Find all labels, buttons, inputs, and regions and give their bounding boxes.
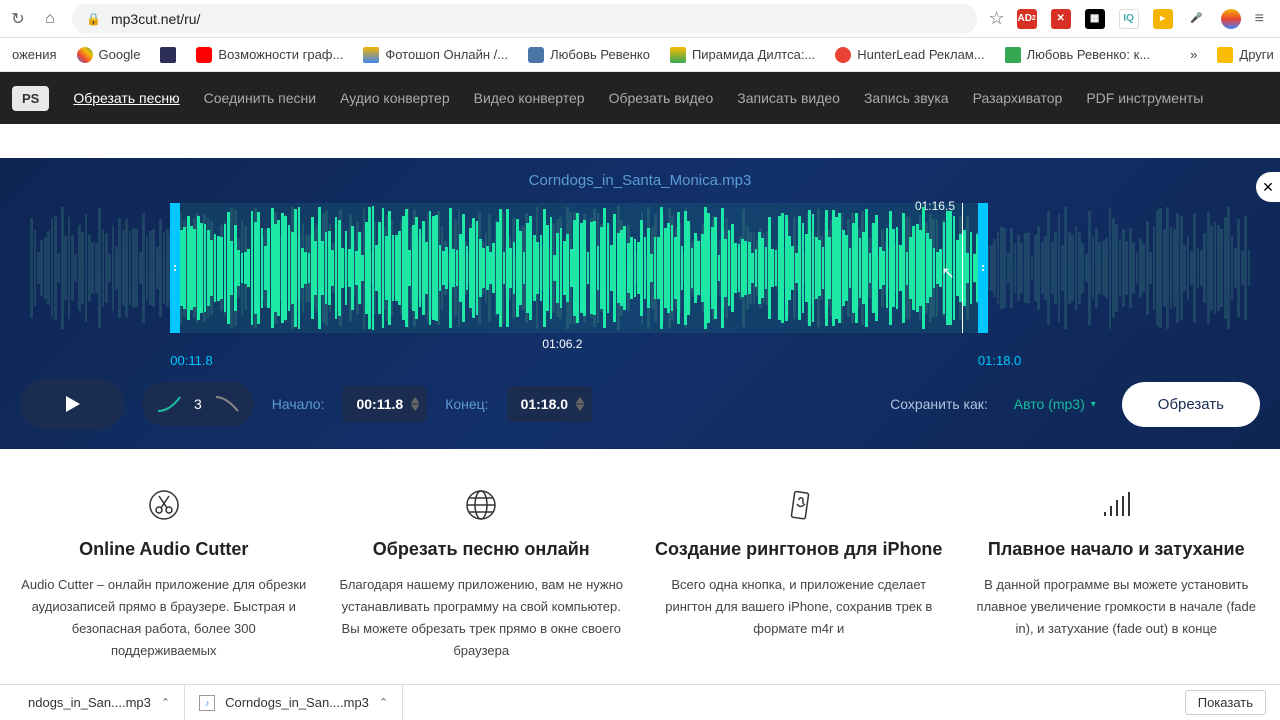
- feature-text: В данной программе вы можете установить …: [973, 574, 1261, 640]
- feature-title: Создание рингтонов для iPhone: [655, 539, 943, 560]
- download-item[interactable]: ndogs_in_San....mp3 ⌃: [14, 685, 185, 720]
- mid-time: 01:06.2: [542, 337, 582, 351]
- phone-icon: [655, 485, 943, 525]
- feature-online: Обрезать песню онлайн Благодаря нашему п…: [338, 485, 626, 662]
- ext-icon[interactable]: ▸: [1153, 9, 1173, 29]
- download-item[interactable]: ♪ Corndogs_in_San....mp3 ⌃: [185, 685, 403, 720]
- controls-row: 3 Начало: 00:11.8 Конец: 01:18.0 Сохрани…: [20, 379, 1260, 429]
- selection-handle-right[interactable]: [978, 203, 988, 333]
- lock-icon: 🔒: [86, 12, 101, 26]
- ext-adblock-icon[interactable]: AD2: [1017, 9, 1037, 29]
- bookmark-prefix: ожения: [12, 47, 57, 62]
- selection-handle-left[interactable]: [170, 203, 180, 333]
- save-as-label: Сохранить как:: [890, 396, 988, 412]
- globe-icon: [338, 485, 626, 525]
- waveform-selection: [176, 203, 981, 333]
- bars-icon: [973, 485, 1261, 525]
- bookmark-photoshop[interactable]: Фотошоп Онлайн /...: [363, 47, 508, 63]
- start-time-label: 00:11.8: [170, 353, 212, 368]
- menu-icon[interactable]: ≡: [1255, 10, 1264, 28]
- nav-pdf-tools[interactable]: PDF инструменты: [1086, 90, 1203, 106]
- close-editor-icon[interactable]: ✕: [1256, 172, 1280, 202]
- feature-title: Обрезать песню онлайн: [338, 539, 626, 560]
- fade-controls: 3: [142, 382, 254, 426]
- downloads-bar: ndogs_in_San....mp3 ⌃ ♪ Corndogs_in_San.…: [0, 684, 1280, 720]
- nav-cut-video[interactable]: Обрезать видео: [609, 90, 714, 106]
- nav-video-converter[interactable]: Видео конвертер: [474, 90, 585, 106]
- nav-audio-converter[interactable]: Аудио конвертер: [340, 90, 450, 106]
- feature-text: Audio Cutter – онлайн приложение для обр…: [20, 574, 308, 662]
- play-button[interactable]: [20, 379, 124, 429]
- profile-icon[interactable]: [1221, 9, 1241, 29]
- apps-badge[interactable]: PS: [12, 86, 49, 111]
- feature-cutter: Online Audio Cutter Audio Cutter – онлай…: [20, 485, 308, 662]
- bookmark-pyramid[interactable]: Пирамида Дилтса:...: [670, 47, 815, 63]
- playhead[interactable]: [962, 203, 963, 333]
- chevron-up-icon[interactable]: ⌃: [379, 696, 388, 709]
- reload-icon[interactable]: ↻: [8, 9, 28, 29]
- feature-fade: Плавное начало и затухание В данной прог…: [973, 485, 1261, 662]
- ext-iq-icon[interactable]: IQ: [1119, 9, 1139, 29]
- audio-file-icon: ♪: [199, 695, 215, 711]
- end-time-label: 01:18.0: [978, 353, 1021, 368]
- bookmark-vk[interactable]: Любовь Ревенко: [528, 47, 650, 63]
- extension-icons: AD2 ✕ ▦ IQ ▸ 🎤 ≡: [1017, 9, 1272, 29]
- url-text: mp3cut.net/ru/: [111, 11, 201, 27]
- waveform[interactable]: ↖ 01:06.2: [30, 203, 1250, 333]
- mic-icon[interactable]: 🎤: [1187, 9, 1207, 29]
- feature-title: Online Audio Cutter: [20, 539, 308, 560]
- feature-text: Всего одна кнопка, и приложение сделает …: [655, 574, 943, 640]
- feature-title: Плавное начало и затухание: [973, 539, 1261, 560]
- ext-icon[interactable]: ▦: [1085, 9, 1105, 29]
- fade-out-button[interactable]: [212, 391, 242, 417]
- nav-record-audio[interactable]: Запись звука: [864, 90, 949, 106]
- nav-unarchiver[interactable]: Разархиватор: [973, 90, 1063, 106]
- bookmark-youtube[interactable]: Возможности граф...: [196, 47, 343, 63]
- bookmark-revenko[interactable]: Любовь Ревенко: к...: [1005, 47, 1151, 63]
- end-time-input[interactable]: 01:18.0: [507, 386, 592, 422]
- bookmarks-more[interactable]: »: [1190, 47, 1197, 62]
- features-section: Online Audio Cutter Audio Cutter – онлай…: [0, 449, 1280, 682]
- bookmarks-bar: ожения Google Возможности граф... Фотошо…: [0, 38, 1280, 72]
- waveform-container: 01:16.5 ↖ 01:06.2 00:11.8 01:18.0: [30, 203, 1250, 363]
- other-bookmarks[interactable]: Други: [1217, 47, 1273, 63]
- fade-in-button[interactable]: [154, 391, 184, 417]
- scissors-icon: [20, 485, 308, 525]
- site-nav: PS Обрезать песню Соединить песни Аудио …: [0, 72, 1280, 124]
- cut-button[interactable]: Обрезать: [1122, 382, 1260, 427]
- bookmark-star-icon[interactable]: ☆: [989, 8, 1005, 29]
- format-dropdown[interactable]: Авто (mp3): [1006, 386, 1104, 422]
- nav-cut-song[interactable]: Обрезать песню: [73, 90, 179, 106]
- home-icon[interactable]: ⌂: [40, 9, 60, 29]
- nav-record-video[interactable]: Записать видео: [737, 90, 840, 106]
- chevron-up-icon[interactable]: ⌃: [161, 696, 170, 709]
- start-time-input[interactable]: 00:11.8: [342, 386, 427, 422]
- start-label: Начало:: [272, 396, 325, 412]
- audio-editor: Corndogs_in_Santa_Monica.mp3 ✕ 01:16.5 ↖…: [0, 158, 1280, 449]
- browser-toolbar: ↻ ⌂ 🔒 mp3cut.net/ru/ ☆ AD2 ✕ ▦ IQ ▸ 🎤 ≡: [0, 0, 1280, 38]
- show-all-downloads[interactable]: Показать: [1185, 690, 1266, 715]
- end-label: Конец:: [445, 396, 488, 412]
- ext-close-icon[interactable]: ✕: [1051, 9, 1071, 29]
- filename: Corndogs_in_Santa_Monica.mp3: [20, 172, 1260, 189]
- bookmark-hunterlead[interactable]: HunterLead Реклам...: [835, 47, 984, 63]
- nav-join-songs[interactable]: Соединить песни: [204, 90, 316, 106]
- fade-value: 3: [192, 396, 204, 412]
- bookmark-item[interactable]: [160, 47, 176, 63]
- feature-text: Благодаря нашему приложению, вам не нужн…: [338, 574, 626, 662]
- address-bar[interactable]: 🔒 mp3cut.net/ru/: [72, 4, 977, 34]
- bookmark-google[interactable]: Google: [77, 47, 141, 63]
- feature-iphone: Создание рингтонов для iPhone Всего одна…: [655, 485, 943, 662]
